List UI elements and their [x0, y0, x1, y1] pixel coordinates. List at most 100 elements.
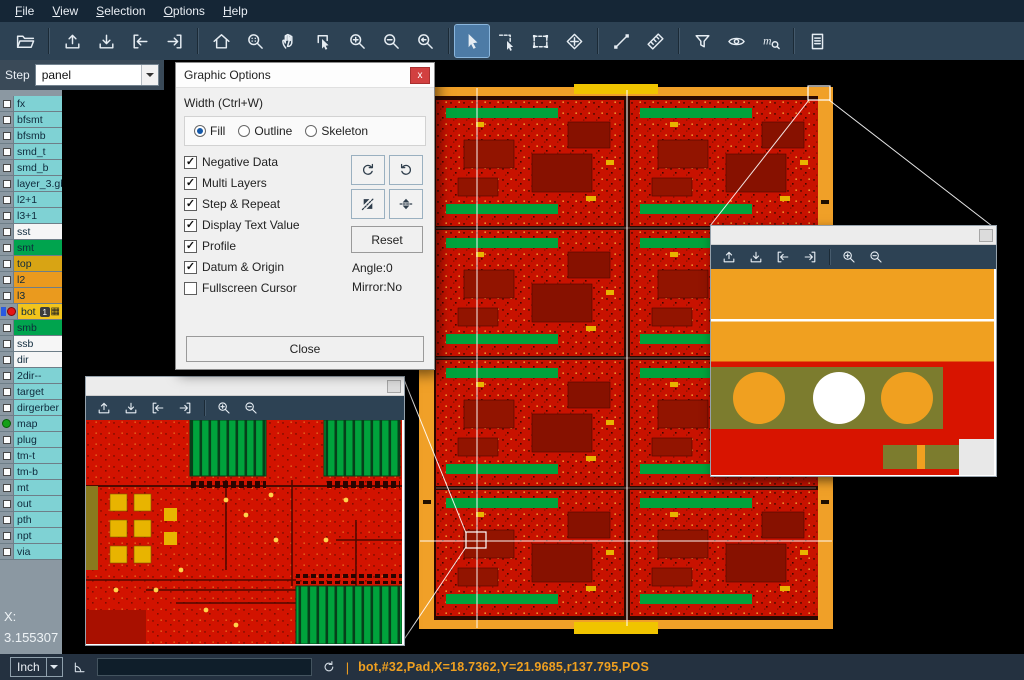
checkbox-display-text-value[interactable]: ✓Display Text Value [184, 218, 344, 232]
checkbox-datum-origin[interactable]: ✓Datum & Origin [184, 260, 344, 274]
layer-visible-checkbox[interactable] [3, 260, 11, 268]
wtool-tray-right-button[interactable] [173, 398, 197, 418]
checkbox-box-icon[interactable] [184, 282, 197, 295]
wtool-zoom-in-button[interactable] [212, 398, 236, 418]
tool-hand-button[interactable] [272, 25, 306, 57]
radio-skeleton[interactable]: Skeleton [305, 124, 368, 138]
layer-row-2dir--[interactable]: 2dir-- [0, 368, 62, 384]
mirror-d-button[interactable] [351, 189, 385, 219]
layer-row-map[interactable]: map [0, 416, 62, 432]
radio-outline[interactable]: Outline [238, 124, 292, 138]
layer-visible-checkbox[interactable] [3, 500, 11, 508]
tool-ruler-button[interactable] [638, 25, 672, 57]
layer-visible-checkbox[interactable] [3, 484, 11, 492]
checkbox-multi-layers[interactable]: ✓Multi Layers [184, 176, 344, 190]
tool-tray-up-button[interactable] [55, 25, 89, 57]
layer-row-fx[interactable]: fx [0, 96, 62, 112]
radio-dot-icon[interactable] [194, 125, 206, 137]
layer-row-ssb[interactable]: ssb [0, 336, 62, 352]
wtool-tray-left-button[interactable] [146, 398, 170, 418]
menu-options[interactable]: Options [155, 1, 214, 21]
tool-eye-button[interactable] [719, 25, 753, 57]
layer-visible-checkbox[interactable] [3, 404, 11, 412]
layer-row-npt[interactable]: npt [0, 528, 62, 544]
menu-selection[interactable]: Selection [87, 1, 154, 21]
zoom-window-1-titlebar[interactable] [86, 377, 404, 396]
window-control-icon[interactable] [979, 229, 993, 242]
tool-filter-button[interactable] [685, 25, 719, 57]
layer-visible-checkbox[interactable] [3, 100, 11, 108]
layer-row-pth[interactable]: pth [0, 512, 62, 528]
layer-row-smb[interactable]: smb [0, 320, 62, 336]
tool-open-button[interactable] [8, 25, 42, 57]
layer-visible-checkbox[interactable] [3, 292, 11, 300]
tool-zoom-area-button[interactable] [238, 25, 272, 57]
layer-visible-checkbox[interactable] [3, 276, 11, 284]
layer-visible-checkbox[interactable] [3, 212, 11, 220]
menu-help[interactable]: Help [214, 1, 257, 21]
dialog-close-button[interactable]: x [410, 67, 430, 84]
reset-button[interactable]: Reset [351, 226, 423, 253]
layer-visible-checkbox[interactable] [3, 548, 11, 556]
unit-select[interactable]: Inch [10, 657, 63, 677]
zoom-view-2[interactable] [711, 269, 996, 475]
layer-row-top[interactable]: top [0, 256, 62, 272]
wtool-tray-up-button[interactable] [717, 247, 741, 267]
layer-visible-checkbox[interactable] [3, 324, 11, 332]
layer-row-tm-t[interactable]: tm-t [0, 448, 62, 464]
zoom-window-2[interactable] [710, 225, 997, 477]
wtool-zoom-in-button[interactable] [837, 247, 861, 267]
rotate-cw-button[interactable] [351, 155, 385, 185]
layer-visible-checkbox[interactable] [3, 468, 11, 476]
layer-visible-checkbox[interactable] [3, 196, 11, 204]
command-input[interactable] [97, 658, 312, 676]
checkbox-box-icon[interactable]: ✓ [184, 156, 197, 169]
tool-home-button[interactable] [204, 25, 238, 57]
checkbox-profile[interactable]: ✓Profile [184, 239, 344, 253]
layer-row-tm-b[interactable]: tm-b [0, 464, 62, 480]
layer-row-layer_3.gbr[interactable]: layer_3.gbr [0, 176, 62, 192]
layer-visible-checkbox[interactable] [3, 516, 11, 524]
layer-visible-checkbox[interactable] [3, 148, 11, 156]
checkbox-box-icon[interactable]: ✓ [184, 177, 197, 190]
layer-visible-checkbox[interactable] [3, 228, 11, 236]
tool-zoom-in-button[interactable] [340, 25, 374, 57]
radio-dot-icon[interactable] [238, 125, 250, 137]
checkbox-box-icon[interactable]: ✓ [184, 240, 197, 253]
layer-row-l3[interactable]: l3 [0, 288, 62, 304]
layer-row-dirgerber[interactable]: dirgerber [0, 400, 62, 416]
tool-report-button[interactable] [800, 25, 834, 57]
layer-row-bfsmb[interactable]: bfsmb [0, 128, 62, 144]
layer-visible-checkbox[interactable] [3, 164, 11, 172]
wtool-tray-down-button[interactable] [119, 398, 143, 418]
layer-visible-checkbox[interactable] [3, 452, 11, 460]
layer-row-smt[interactable]: smt [0, 240, 62, 256]
tool-measure-button[interactable] [557, 25, 591, 57]
tool-zoom-out-button[interactable] [374, 25, 408, 57]
tool-find-button[interactable]: m [753, 25, 787, 57]
tool-tray-down-button[interactable] [89, 25, 123, 57]
layer-visible-checkbox[interactable] [3, 244, 11, 252]
window-control-icon[interactable] [387, 380, 401, 393]
wtool-tray-up-button[interactable] [92, 398, 116, 418]
wtool-tray-right-button[interactable] [798, 247, 822, 267]
checkbox-box-icon[interactable]: ✓ [184, 219, 197, 232]
wtool-tray-left-button[interactable] [771, 247, 795, 267]
tool-select-rect-button[interactable] [489, 25, 523, 57]
layer-visible-checkbox[interactable] [3, 372, 11, 380]
menu-view[interactable]: View [43, 1, 87, 21]
layer-row-bfsmt[interactable]: bfsmt [0, 112, 62, 128]
layer-row-smd_t[interactable]: smd_t [0, 144, 62, 160]
close-button[interactable]: Close [186, 336, 424, 362]
mirror-v-button[interactable] [389, 189, 423, 219]
layer-visible-checkbox[interactable] [3, 116, 11, 124]
rotate-ccw-button[interactable] [389, 155, 423, 185]
layer-state-dot-icon[interactable] [2, 419, 11, 428]
tool-transform-button[interactable] [523, 25, 557, 57]
layer-row-sst[interactable]: sst [0, 224, 62, 240]
layer-row-bot[interactable]: bot1▦ [0, 304, 62, 320]
layer-row-dir[interactable]: dir [0, 352, 62, 368]
checkbox-fullscreen-cursor[interactable]: Fullscreen Cursor [184, 281, 344, 295]
checkbox-step-repeat[interactable]: ✓Step & Repeat [184, 197, 344, 211]
layer-row-target[interactable]: target [0, 384, 62, 400]
